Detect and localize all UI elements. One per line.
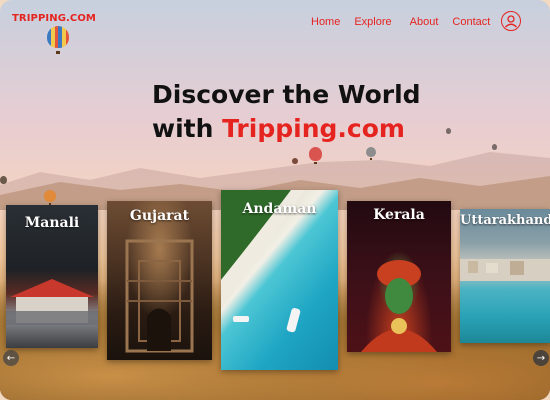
kathakali-illustration: [361, 260, 437, 352]
balloon-icon: [492, 144, 497, 151]
balloon-logo-icon: [47, 26, 69, 54]
balloon-icon: [44, 190, 56, 205]
user-circle-icon[interactable]: [501, 11, 521, 31]
destination-card-manali[interactable]: Manali: [6, 205, 98, 348]
page: TRIPPING.COM Home Explore About Contact …: [0, 0, 550, 400]
hero-line-2-prefix: with: [152, 114, 223, 143]
main-nav: Home Explore About Contact: [311, 16, 504, 28]
balloon-icon: [292, 158, 298, 166]
brand-logo[interactable]: TRIPPING.COM: [12, 13, 96, 24]
beach-illustration: [221, 190, 305, 333]
stepwell-illustration: [125, 239, 194, 353]
destination-title-manali: Manali: [24, 215, 80, 231]
nav-home-link[interactable]: Home: [311, 16, 340, 28]
hero-brand-name: Tripping.com: [222, 114, 405, 143]
house-illustration: [6, 279, 98, 325]
destination-title-uttarakhand: Uttarakhand: [460, 213, 550, 228]
destination-card-kerala[interactable]: Kerala: [347, 201, 451, 352]
destination-card-andaman[interactable]: Andaman: [221, 190, 338, 370]
balloon-icon: [366, 147, 376, 160]
balloon-icon: [446, 128, 451, 135]
destination-card-gujarat[interactable]: Gujarat: [107, 201, 212, 360]
destination-title-gujarat: Gujarat: [129, 208, 190, 224]
nav-explore-link[interactable]: Explore: [354, 16, 391, 28]
balloon-icon: [309, 147, 322, 164]
destination-title-andaman: Andaman: [242, 201, 317, 217]
arrow-left-icon[interactable]: ←: [3, 350, 19, 366]
nav-contact-link[interactable]: Contact: [452, 16, 490, 28]
destination-card-uttarakhand[interactable]: Uttarakhand: [460, 209, 550, 343]
hero-heading: Discover the World with Tripping.com: [152, 78, 421, 146]
hero-line-1: Discover the World: [152, 80, 421, 109]
nav-about-link[interactable]: About: [410, 16, 439, 28]
destination-title-kerala: Kerala: [373, 207, 425, 223]
arrow-right-icon[interactable]: →: [533, 350, 549, 366]
river-town-illustration: [460, 259, 550, 281]
balloon-icon: [0, 176, 7, 186]
